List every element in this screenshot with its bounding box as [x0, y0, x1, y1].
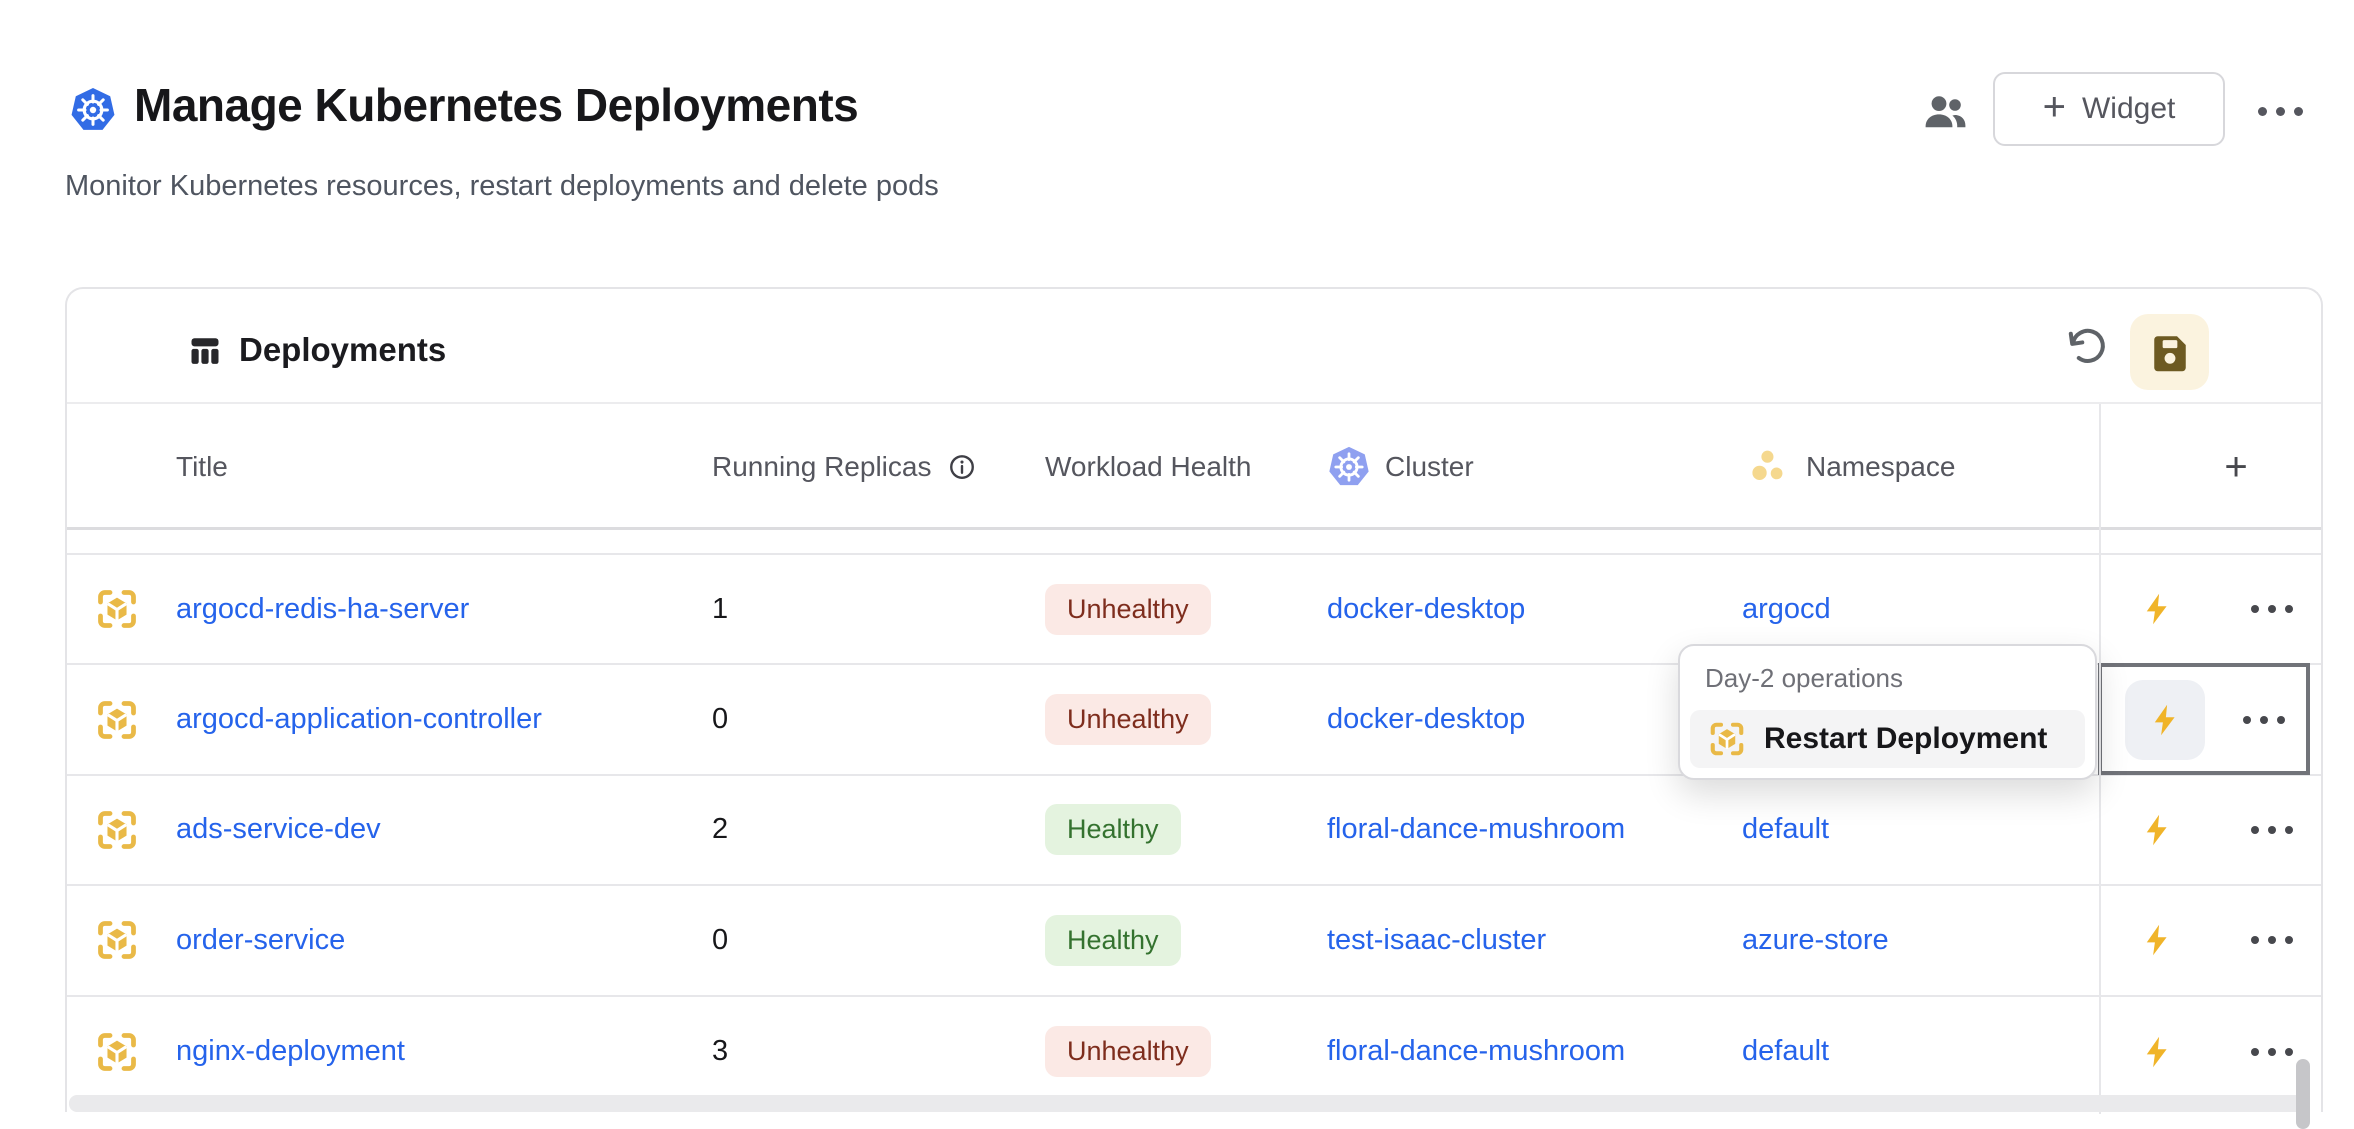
table-header-row: Title Running Replicas Workload Health C… [67, 404, 2321, 530]
row-overflow-menu-icon[interactable] [2251, 826, 2293, 834]
namespace-link[interactable]: argocd [1742, 593, 1831, 626]
partial-scrolled-row [67, 530, 2321, 555]
table-row: nginx-deployment 3 Unhealthy floral-danc… [67, 997, 2321, 1107]
table-body: argocd-redis-ha-server 1 Unhealthy docke… [67, 555, 2321, 1107]
page-subtitle: Monitor Kubernetes resources, restart de… [65, 170, 939, 203]
workload-health-badge: Unhealthy [1045, 1026, 1211, 1077]
cluster-link[interactable]: docker-desktop [1327, 593, 1525, 626]
deployment-title-link[interactable]: argocd-redis-ha-server [176, 593, 469, 626]
workload-health-badge: Unhealthy [1045, 694, 1211, 745]
menu-group-label: Day-2 operations [1705, 663, 1903, 694]
namespace-dots-icon [1748, 445, 1792, 489]
quick-actions-button[interactable] [2117, 790, 2197, 870]
add-widget-label: Widget [2082, 92, 2175, 126]
namespace-link[interactable]: default [1742, 813, 1829, 846]
row-actions [2099, 776, 2310, 884]
quick-actions-button[interactable] [2125, 680, 2205, 760]
deployment-icon [95, 997, 139, 1107]
lightning-icon [2139, 812, 2175, 848]
collaborators-icon[interactable] [1921, 88, 1969, 136]
deployment-title-link[interactable]: ads-service-dev [176, 813, 381, 846]
lightning-icon [2147, 702, 2183, 738]
table-row: ads-service-dev 2 Healthy floral-dance-m… [67, 776, 2321, 886]
restart-deployment-menu-item[interactable]: Restart Deployment [1690, 710, 2085, 768]
actions-column-divider [2099, 404, 2101, 1114]
row-overflow-menu-icon[interactable] [2251, 1048, 2293, 1056]
deployment-title-link[interactable]: nginx-deployment [176, 1035, 405, 1068]
deployment-icon [95, 555, 139, 663]
page-overflow-menu-icon[interactable] [2258, 96, 2306, 126]
lightning-icon [2139, 591, 2175, 627]
horizontal-scrollbar[interactable] [69, 1095, 2307, 1112]
menu-item-label: Restart Deployment [1764, 722, 2047, 756]
namespace-link[interactable]: azure-store [1742, 924, 1889, 957]
undo-icon[interactable] [2067, 327, 2109, 369]
kubernetes-logo-icon [69, 86, 117, 134]
day2-operations-menu: Day-2 operations Restart Deployment [1678, 644, 2097, 780]
row-overflow-menu-icon[interactable] [2251, 936, 2293, 944]
deployment-icon [95, 665, 139, 773]
quick-actions-button[interactable] [2117, 1012, 2197, 1092]
cluster-link[interactable]: docker-desktop [1327, 703, 1525, 736]
column-title[interactable]: Title [176, 404, 228, 530]
row-actions [2099, 555, 2310, 663]
save-icon [2149, 331, 2191, 373]
add-widget-button[interactable]: + Widget [1993, 72, 2225, 146]
workload-health-badge: Healthy [1045, 804, 1181, 855]
page-title: Manage Kubernetes Deployments [134, 78, 858, 132]
lightning-icon [2139, 922, 2175, 958]
deployment-icon [95, 886, 139, 994]
panel-header: Deployments [67, 289, 2321, 404]
row-overflow-menu-icon[interactable] [2243, 716, 2285, 724]
plus-icon: + [2043, 87, 2066, 127]
table-icon [187, 333, 223, 369]
row-actions [2099, 997, 2310, 1107]
table-row: order-service 0 Healthy test-isaac-clust… [67, 886, 2321, 996]
workload-health-badge: Unhealthy [1045, 584, 1211, 635]
running-replicas-value: 2 [712, 776, 728, 884]
row-actions [2099, 665, 2310, 773]
column-running-replicas[interactable]: Running Replicas [712, 404, 977, 530]
panel-title: Deployments [239, 331, 446, 369]
add-column-button[interactable]: + [2141, 404, 2331, 530]
column-cluster[interactable]: Cluster [1327, 404, 1474, 530]
cluster-kubernetes-icon [1327, 445, 1371, 489]
cluster-link[interactable]: floral-dance-mushroom [1327, 813, 1625, 846]
cluster-link[interactable]: floral-dance-mushroom [1327, 1035, 1625, 1068]
vertical-scrollbar-thumb[interactable] [2296, 1059, 2310, 1129]
save-button[interactable] [2130, 314, 2209, 390]
workload-health-badge: Healthy [1045, 915, 1181, 966]
running-replicas-value: 3 [712, 997, 728, 1107]
quick-actions-button[interactable] [2117, 569, 2197, 649]
namespace-link[interactable]: default [1742, 1035, 1829, 1068]
quick-actions-button[interactable] [2117, 900, 2197, 980]
deployment-icon [1708, 720, 1746, 758]
info-icon[interactable] [947, 452, 977, 482]
row-overflow-menu-icon[interactable] [2251, 605, 2293, 613]
running-replicas-value: 0 [712, 886, 728, 994]
column-namespace[interactable]: Namespace [1748, 404, 1955, 530]
cluster-link[interactable]: test-isaac-cluster [1327, 924, 1546, 957]
running-replicas-value: 1 [712, 555, 728, 663]
lightning-icon [2139, 1034, 2175, 1070]
row-actions [2099, 886, 2310, 994]
deployment-title-link[interactable]: argocd-application-controller [176, 703, 542, 736]
deployment-title-link[interactable]: order-service [176, 924, 345, 957]
deployment-icon [95, 776, 139, 884]
running-replicas-value: 0 [712, 665, 728, 773]
column-workload-health[interactable]: Workload Health [1045, 404, 1251, 530]
